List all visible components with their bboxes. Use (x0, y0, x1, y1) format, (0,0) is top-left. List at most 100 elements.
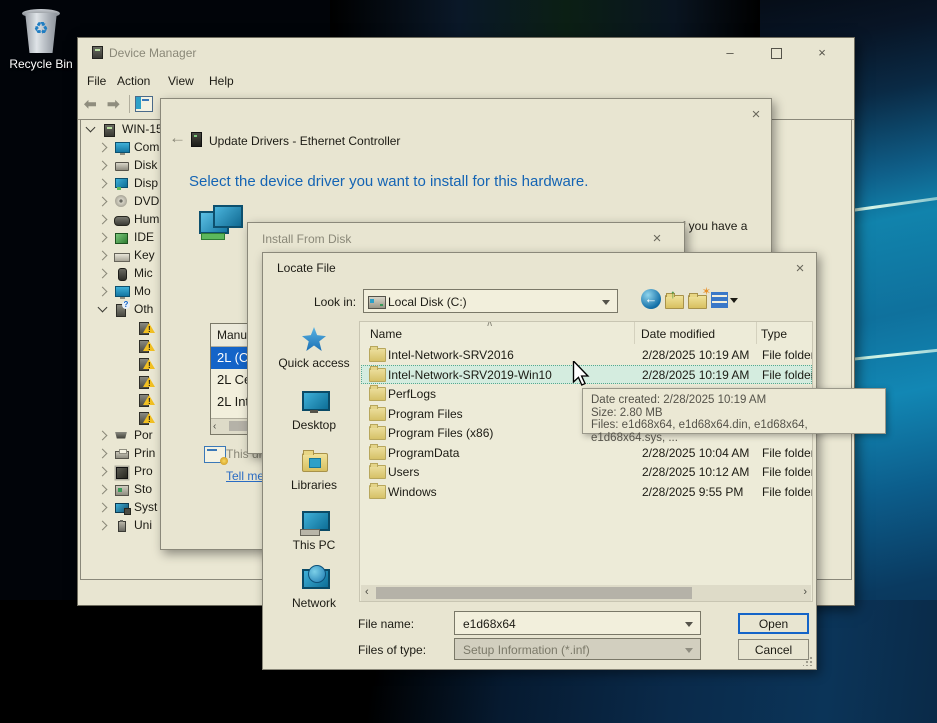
file-row[interactable]: Windows2/28/2025 9:55 PMFile folder (361, 482, 812, 501)
wizard-heading: Select the device driver you want to ins… (189, 173, 588, 190)
file-name: ProgramData (388, 446, 459, 460)
file-name-label: File name: (358, 617, 414, 631)
tree-item-label: Mo (134, 284, 151, 298)
column-type[interactable]: Type (761, 327, 787, 341)
folder-icon (369, 426, 386, 440)
collapsed-chevron-icon[interactable] (98, 484, 108, 494)
file-row[interactable]: Users2/28/2025 10:12 AMFile folder (361, 462, 812, 481)
collapsed-chevron-icon[interactable] (98, 232, 108, 242)
tree-item-label: Disk (134, 158, 157, 172)
place-network[interactable]: Network (271, 567, 357, 610)
toolbar-separator (129, 95, 130, 113)
device-manager-titlebar[interactable]: Device Manager – × (78, 38, 854, 68)
collapsed-chevron-icon[interactable] (98, 196, 108, 206)
system-devices-icon (114, 501, 129, 514)
back-icon[interactable]: ← (641, 289, 663, 311)
close-icon[interactable]: × (747, 107, 765, 123)
file-name: Users (388, 465, 419, 479)
expanded-chevron-icon[interactable] (98, 303, 108, 313)
menu-help[interactable]: Help (209, 74, 234, 88)
back-toolbar-icon[interactable]: ⬅ (84, 95, 97, 113)
tree-item-label: Por (134, 428, 153, 442)
view-menu-icon[interactable] (711, 289, 741, 311)
quick-access-icon (300, 327, 328, 353)
tree-item-label: DVD (134, 194, 159, 208)
collapsed-chevron-icon[interactable] (98, 250, 108, 260)
collapsed-chevron-icon[interactable] (98, 466, 108, 476)
place-this-pc[interactable]: This PC (271, 509, 357, 552)
tree-item-label: Sto (134, 482, 152, 496)
scroll-right-icon[interactable]: › (803, 586, 807, 598)
scroll-left-icon[interactable]: ‹ (213, 421, 216, 432)
new-folder-icon[interactable]: ✶ (687, 289, 709, 311)
driver-signing-link[interactable]: Tell me (226, 469, 264, 483)
minimize-button[interactable]: – (718, 44, 742, 62)
open-button[interactable]: Open (738, 613, 809, 634)
file-date-modified: 2/28/2025 10:19 AM (642, 368, 749, 382)
forward-toolbar-icon[interactable]: ➡ (107, 95, 120, 113)
display-adapters-icon (114, 177, 129, 190)
collapsed-chevron-icon[interactable] (98, 214, 108, 224)
horizontal-scrollbar[interactable]: ‹ › (361, 585, 811, 601)
collapsed-chevron-icon[interactable] (98, 448, 108, 458)
collapsed-chevron-icon[interactable] (98, 142, 108, 152)
clipped-instruction-text: f you have a (682, 219, 747, 233)
close-icon[interactable]: × (791, 261, 809, 277)
place-quick-access[interactable]: Quick access (271, 327, 357, 370)
tree-item-label: Disp (134, 176, 158, 190)
window-title: Device Manager (109, 46, 196, 60)
computer-category-icon (114, 141, 129, 154)
close-icon[interactable]: × (648, 231, 666, 247)
local-disk-icon (368, 296, 386, 309)
unknown-device-warning-icon: ! (138, 339, 153, 352)
console-tree-icon[interactable] (135, 96, 153, 112)
collapsed-chevron-icon[interactable] (98, 502, 108, 512)
place-desktop[interactable]: Desktop (271, 389, 357, 432)
column-date-modified[interactable]: Date modified (641, 327, 715, 341)
network-icon (300, 567, 328, 593)
recycle-bin-label: Recycle Bin (8, 57, 74, 71)
look-in-combobox[interactable]: Local Disk (C:) (363, 289, 618, 313)
column-name[interactable]: Name (370, 327, 402, 341)
ports-icon (114, 429, 129, 442)
place-label: Network (271, 596, 357, 610)
tree-item-label: Com (134, 140, 159, 154)
close-button[interactable]: × (810, 44, 834, 62)
files-of-type-combobox: Setup Information (*.inf) (454, 638, 701, 660)
mice-icon (114, 267, 129, 280)
collapsed-chevron-icon[interactable] (98, 520, 108, 530)
file-name-combobox[interactable]: e1d68x64 (454, 611, 701, 635)
up-one-level-icon[interactable]: ↑ (664, 289, 686, 311)
recycle-bin-shortcut[interactable]: ♻ Recycle Bin (8, 5, 74, 77)
wallpaper-top (330, 0, 760, 42)
scrollbar-thumb[interactable] (376, 587, 692, 599)
resize-grip[interactable] (803, 656, 813, 666)
hid-devices-icon (114, 213, 129, 226)
collapsed-chevron-icon[interactable] (98, 268, 108, 278)
menu-view[interactable]: View (168, 74, 194, 88)
collapsed-chevron-icon[interactable] (98, 430, 108, 440)
file-name: Windows (388, 485, 437, 499)
folder-icon (369, 368, 386, 382)
folder-icon (369, 485, 386, 499)
menu-file[interactable]: File (87, 74, 106, 88)
collapsed-chevron-icon[interactable] (98, 160, 108, 170)
folder-info-tooltip: Date created: 2/28/2025 10:19 AM Size: 2… (582, 388, 886, 434)
cancel-button[interactable]: Cancel (738, 639, 809, 660)
menu-action[interactable]: Action (117, 74, 150, 88)
wizard-back-icon[interactable]: ← (169, 128, 186, 148)
place-libraries[interactable]: Libraries (271, 449, 357, 492)
maximize-button[interactable] (771, 48, 782, 59)
print-queues-icon (114, 447, 129, 460)
scroll-left-icon[interactable]: ‹ (365, 586, 369, 598)
dialog-title: Install From Disk (262, 232, 351, 246)
collapsed-chevron-icon[interactable] (98, 286, 108, 296)
expanded-chevron-icon[interactable] (86, 123, 96, 133)
file-row[interactable]: ProgramData2/28/2025 10:04 AMFile folder (361, 443, 812, 462)
tree-item-label: Syst (134, 500, 157, 514)
file-list-header: Name Date modified Type ∧ (360, 322, 812, 344)
tree-root-label: WIN-15 (122, 122, 163, 136)
tree-item-label: Hum (134, 212, 159, 226)
tree-item-label: IDE (134, 230, 154, 244)
collapsed-chevron-icon[interactable] (98, 178, 108, 188)
